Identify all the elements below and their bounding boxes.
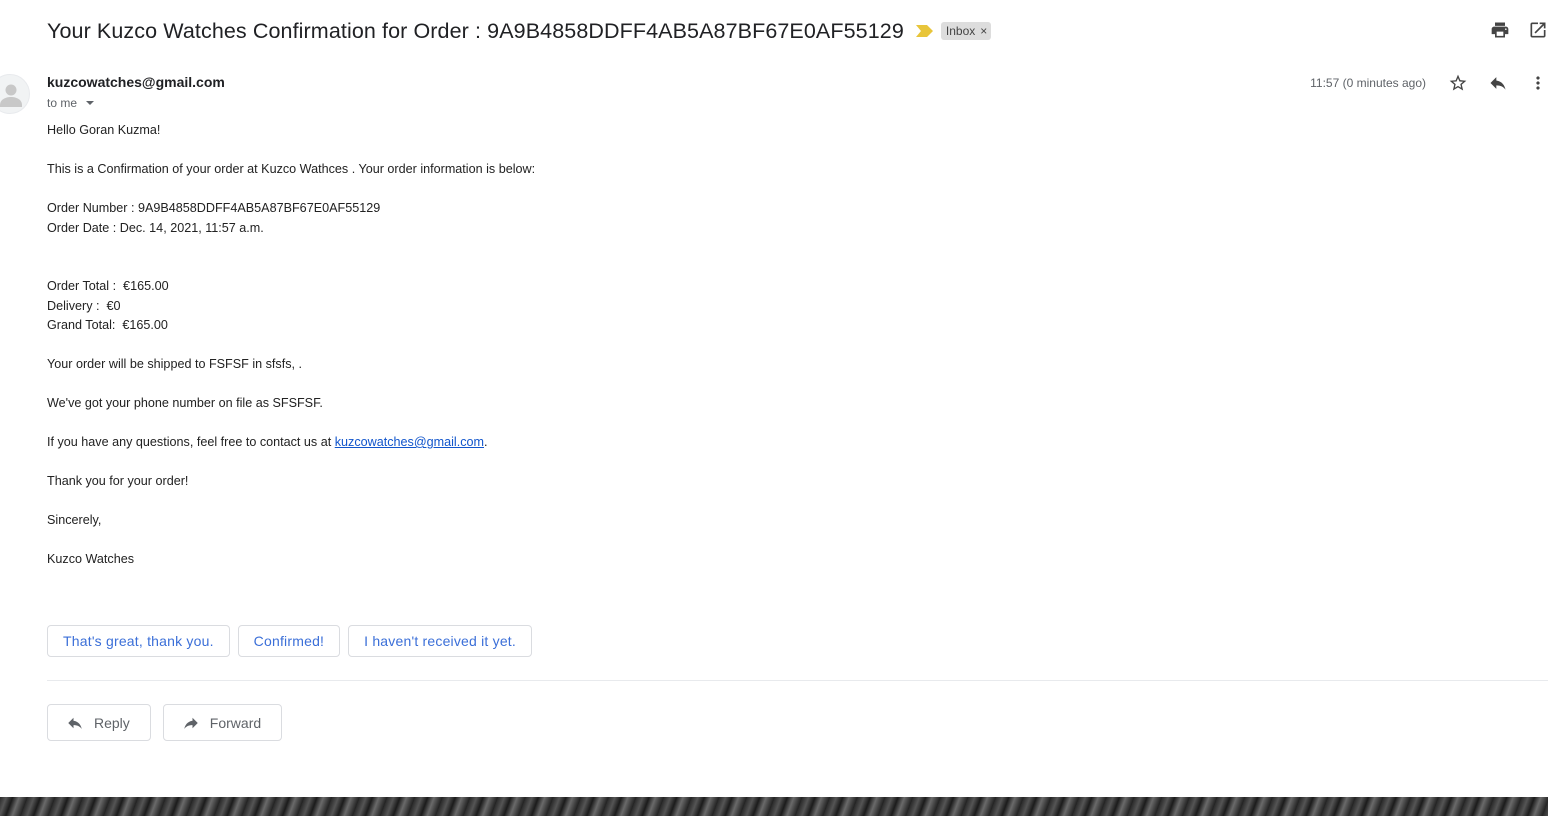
importance-marker-icon[interactable] xyxy=(915,25,933,37)
smart-replies: That's great, thank you. Confirmed! I ha… xyxy=(47,625,532,657)
divider xyxy=(47,680,1548,681)
subject-row: Your Kuzco Watches Confirmation for Orde… xyxy=(47,14,992,48)
open-in-new-window-icon[interactable] xyxy=(1528,20,1548,40)
print-icon[interactable] xyxy=(1490,20,1510,40)
smart-reply-chip[interactable]: Confirmed! xyxy=(237,625,341,657)
contact-email-link[interactable]: kuzcowatches@gmail.com xyxy=(335,435,484,449)
top-toolbar xyxy=(1490,20,1548,40)
star-icon[interactable] xyxy=(1448,73,1468,93)
order-total: Order Total : €165.00 xyxy=(47,279,169,293)
remove-label-icon[interactable]: × xyxy=(980,24,987,38)
thank-you-text: Thank you for your order! xyxy=(47,474,189,488)
intro-text: This is a Confirmation of your order at … xyxy=(47,162,536,176)
shipping-info: Your order will be shipped to FSFSF in s… xyxy=(47,357,303,371)
sender-email[interactable]: kuzcowatches@gmail.com xyxy=(47,74,225,90)
contact-line: If you have any questions, feel free to … xyxy=(47,433,535,453)
reply-icon[interactable] xyxy=(1488,73,1508,93)
sender-avatar[interactable] xyxy=(0,74,30,114)
delivery-cost: Delivery : €0 xyxy=(47,298,121,313)
email-subject: Your Kuzco Watches Confirmation for Orde… xyxy=(47,18,904,43)
message-actions: Reply Forward xyxy=(47,704,283,741)
email-body: Hello Goran Kuzma! This is a Confirmatio… xyxy=(47,121,535,570)
order-date: Order Date : Dec. 14, 2021, 11:57 a.m. xyxy=(47,220,264,235)
forward-icon xyxy=(184,717,198,729)
inbox-label-text: Inbox xyxy=(945,24,976,38)
reply-label: Reply xyxy=(94,714,130,731)
forward-label: Forward xyxy=(209,714,262,731)
more-vert-icon[interactable] xyxy=(1528,73,1548,93)
recipient-text: to me xyxy=(47,96,78,110)
signature: Kuzco Watches xyxy=(47,552,135,566)
reply-icon xyxy=(68,717,82,729)
inbox-label: Inbox × xyxy=(940,22,992,40)
greeting: Hello Goran Kuzma! xyxy=(47,123,161,137)
contact-suffix: . xyxy=(484,435,488,449)
forward-button[interactable]: Forward xyxy=(162,704,283,741)
message-time: 11:57 (0 minutes ago) xyxy=(1310,76,1426,90)
order-number: Order Number : 9A9B4858DDFF4AB5A87BF67E0… xyxy=(47,201,381,215)
grand-total: Grand Total: €165.00 xyxy=(47,318,168,332)
background-image-strip xyxy=(0,797,1548,816)
contact-prefix: If you have any questions, feel free to … xyxy=(47,435,335,449)
default-avatar-icon xyxy=(0,84,22,107)
smart-reply-chip[interactable]: That's great, thank you. xyxy=(47,625,230,657)
reply-button[interactable]: Reply xyxy=(47,704,151,741)
phone-info: We've got your phone number on file as S… xyxy=(47,396,323,410)
smart-reply-chip[interactable]: I haven't received it yet. xyxy=(348,625,532,657)
chevron-down-icon xyxy=(86,101,95,105)
closing-text: Sincerely, xyxy=(47,513,102,527)
recipient-details-toggle[interactable]: to me xyxy=(47,96,95,110)
message-meta: 11:57 (0 minutes ago) xyxy=(1310,72,1548,94)
